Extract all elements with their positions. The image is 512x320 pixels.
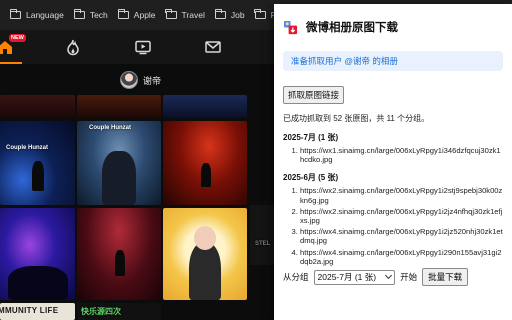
group-select[interactable]: 2025-7月 (1 张): [313, 269, 396, 285]
photo-tile[interactable]: [163, 208, 247, 300]
batch-controls: 从分组 2025-7月 (1 张) 开始 批量下载: [283, 268, 469, 286]
group-title: 2025-7月 (1 张): [283, 133, 339, 142]
bookmark-label: Apple: [133, 10, 156, 20]
extension-popup: 微博相册原图下载 准备抓取用户 @谢帝 的相册 抓取原图链接 已成功抓取到 52…: [274, 4, 512, 320]
photo-tile[interactable]: Couple Hunzat: [77, 121, 161, 205]
from-group-label: 从分组: [283, 272, 309, 282]
new-badge: NEW: [9, 34, 26, 42]
mail-icon[interactable]: [204, 38, 222, 56]
bookmark-travel[interactable]: Travel: [165, 9, 205, 20]
profile-header[interactable]: 谢帝: [120, 71, 161, 89]
link-list: https://wx1.sinaimg.cn/large/006xLyRpgy1…: [283, 146, 503, 164]
bookmark-apple[interactable]: Apple: [117, 9, 156, 20]
avatar[interactable]: [120, 71, 138, 89]
photo-tile[interactable]: STEL: [250, 205, 274, 265]
image-link[interactable]: https://wx1.sinaimg.cn/large/006xLyRpgy1…: [300, 146, 503, 164]
image-link[interactable]: https://wx2.sinaimg.cn/large/006xLyRpgy1…: [300, 207, 503, 225]
popup-header: 微博相册原图下载: [283, 16, 503, 38]
bookmark-label: Tech: [89, 10, 108, 20]
photo-caption: Couple Hunzat: [6, 145, 48, 151]
photo-silhouette: [189, 242, 221, 300]
photo-tile[interactable]: [163, 303, 247, 320]
photo-silhouette: [102, 151, 136, 205]
popup-title: 微博相册原图下载: [306, 22, 398, 34]
bookmark-tech[interactable]: Tech: [73, 9, 108, 20]
photo-caption: Couple Hunzat: [89, 125, 131, 131]
photo-caption: STEL: [255, 241, 271, 247]
photo-tile[interactable]: [163, 121, 247, 205]
start-label: 开始: [400, 272, 418, 282]
photo-tile[interactable]: [0, 95, 75, 118]
fetch-links-button[interactable]: 抓取原图链接: [283, 86, 345, 104]
fetch-summary: 已成功抓取到 52 张原图，共 11 个分组。: [283, 114, 430, 123]
photo-tile[interactable]: [77, 208, 161, 300]
photo-tile[interactable]: [0, 208, 75, 300]
photo-silhouette: [8, 266, 68, 300]
bookmark-label: Language: [26, 10, 64, 20]
folder-icon: [254, 9, 266, 19]
status-info-text: 准备抓取用户 @谢帝 的相册: [291, 56, 398, 66]
photo-tile[interactable]: MMUNITY LIFE: [0, 303, 75, 320]
photo-silhouette: [115, 250, 125, 276]
photo-silhouette: [201, 163, 211, 187]
photo-tile[interactable]: Couple Hunzat: [0, 121, 75, 205]
browser-window: Language Tech Apple Travel Job R NEW: [0, 0, 512, 320]
photo-tile[interactable]: [77, 95, 161, 118]
folder-icon: [9, 9, 21, 19]
photo-face: [194, 226, 216, 250]
bookmark-label: Job: [230, 10, 245, 20]
folder-icon: [73, 9, 85, 19]
photo-tile[interactable]: 快乐源四次: [77, 303, 161, 320]
folder-icon: [165, 9, 177, 19]
image-link[interactable]: https://wx4.sinaimg.cn/large/006xLyRpgy1…: [300, 227, 503, 245]
bookmark-label: Travel: [181, 10, 205, 20]
image-link[interactable]: https://wx4.sinaimg.cn/large/006xLyRpgy1…: [300, 248, 503, 266]
video-icon[interactable]: [134, 38, 152, 56]
downloader-app-icon: [283, 20, 298, 34]
profile-name: 谢帝: [143, 75, 162, 86]
image-link[interactable]: https://wx2.sinaimg.cn/large/006xLyRpgy1…: [300, 186, 503, 204]
group-select-value: 2025-7月 (1 张): [317, 272, 377, 282]
folder-icon: [214, 9, 226, 19]
folder-icon: [117, 9, 129, 19]
link-list: https://wx2.sinaimg.cn/large/006xLyRpgy1…: [283, 186, 503, 266]
photo-tile[interactable]: [163, 95, 247, 118]
status-info-box: 准备抓取用户 @谢帝 的相册: [283, 51, 503, 71]
active-tab-indicator: [0, 62, 22, 64]
group-title: 2025-6月 (5 张): [283, 173, 339, 183]
bookmark-job[interactable]: Job: [214, 9, 245, 20]
bookmark-language[interactable]: Language: [9, 9, 64, 20]
photo-silhouette: [32, 161, 44, 191]
chevron-down-icon: [385, 271, 393, 280]
batch-download-button[interactable]: 批量下载: [422, 268, 469, 286]
hot-flame-icon[interactable]: [64, 38, 82, 56]
photo-caption: 快乐源四次: [81, 307, 121, 316]
photo-caption: MMUNITY LIFE: [0, 306, 59, 315]
